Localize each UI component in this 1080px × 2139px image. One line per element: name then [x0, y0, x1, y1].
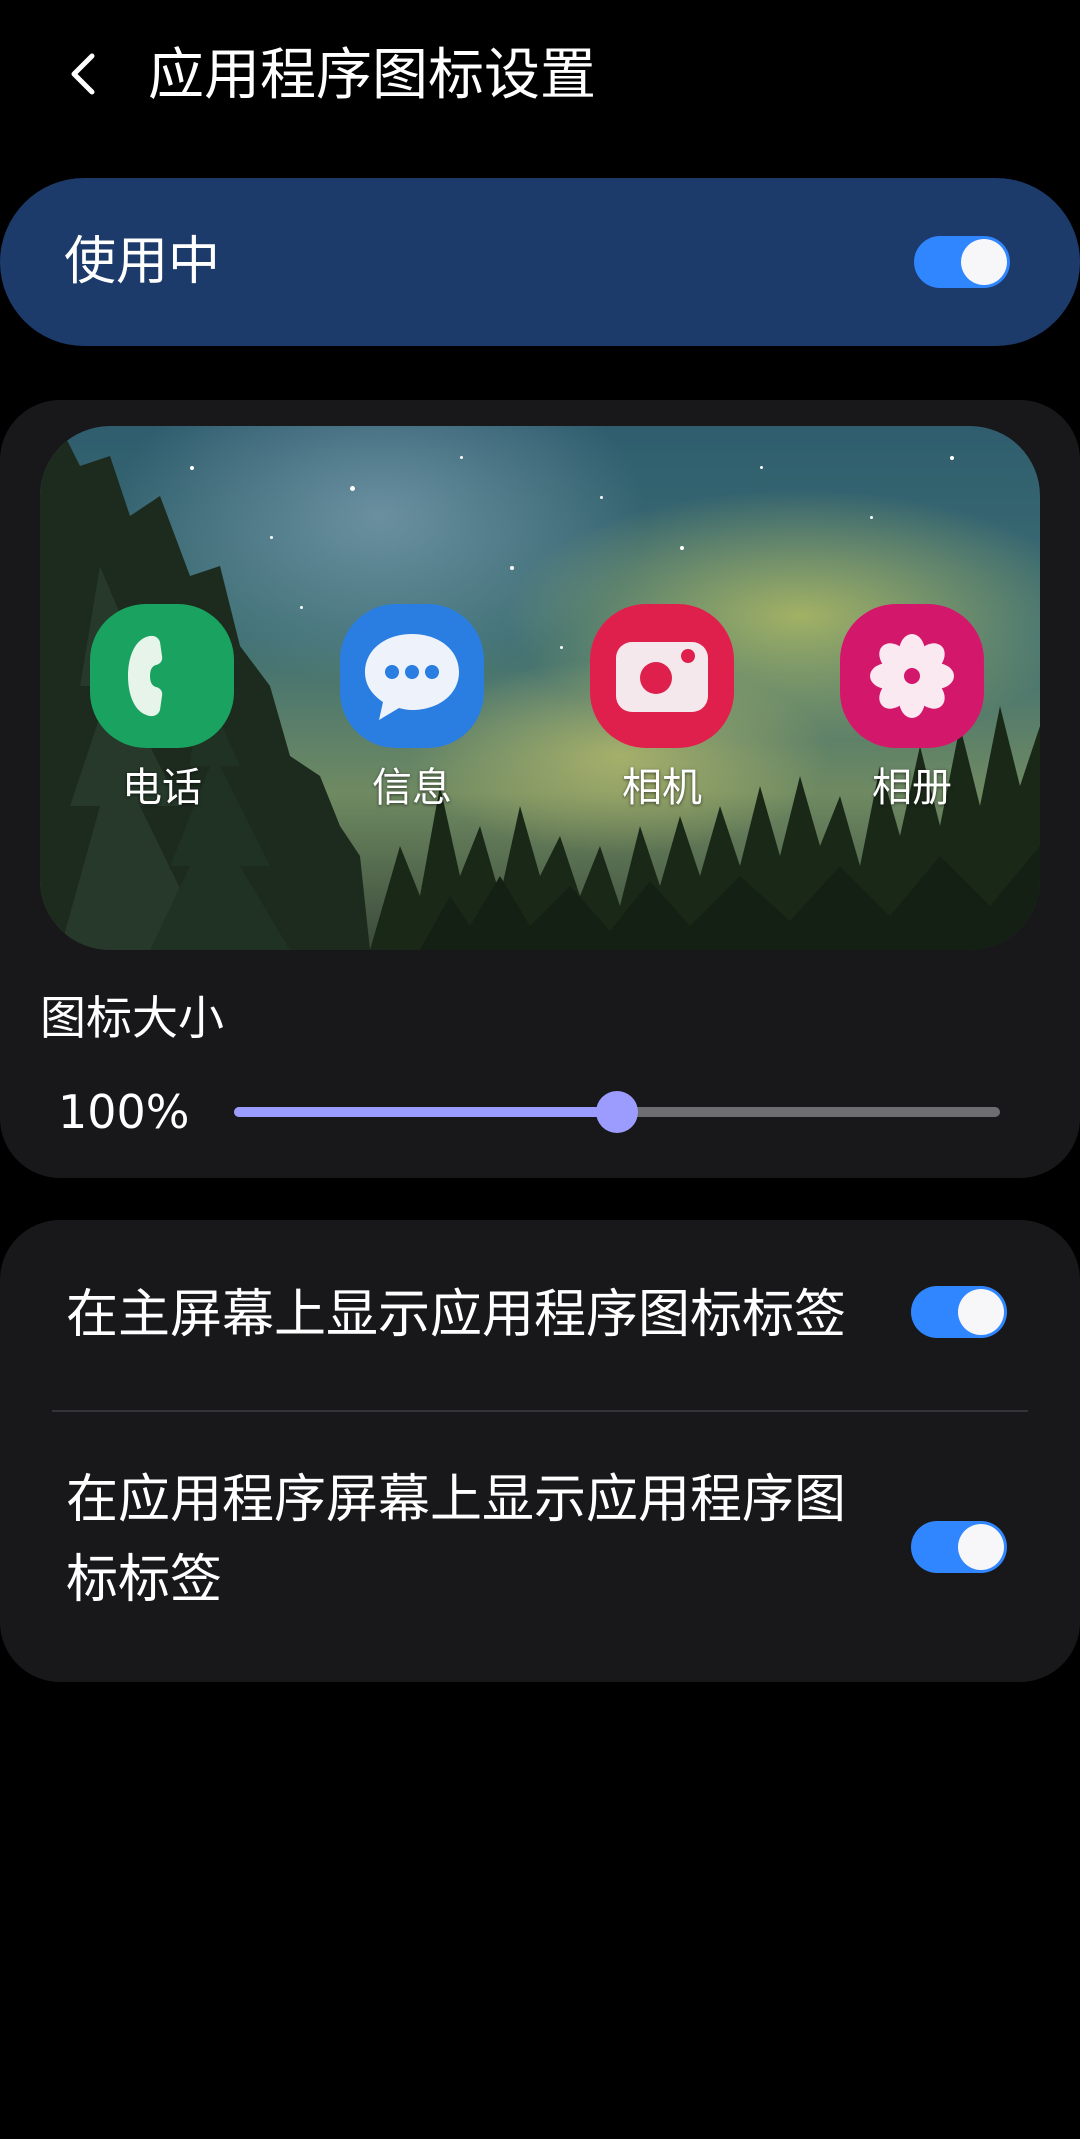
icon-size-value: 100% — [58, 1085, 190, 1139]
wallpaper-preview: 电话 信息 相机 相册 — [40, 426, 1040, 950]
back-button[interactable] — [48, 38, 120, 110]
setting-label: 在应用程序屏幕上显示应用程序图标标签 — [66, 1470, 847, 1610]
app-phone: 电话 — [82, 604, 242, 824]
setting-label: 在主屏幕上显示应用程序图标标签 — [66, 1285, 847, 1345]
app-camera: 相机 — [582, 604, 742, 824]
apps-labels-toggle[interactable] — [911, 1521, 1007, 1573]
phone-icon — [90, 604, 234, 748]
toggle-knob — [961, 239, 1007, 285]
icon-preview-card: 电话 信息 相机 相册 图标大小 100% — [0, 400, 1080, 1178]
toggle-knob — [958, 1524, 1004, 1570]
gallery-icon — [840, 604, 984, 748]
label-settings-card: 在主屏幕上显示应用程序图标标签 在应用程序屏幕上显示应用程序图标标签 — [0, 1220, 1080, 1682]
app-label: 相册 — [872, 765, 952, 811]
app-label: 信息 — [372, 765, 452, 811]
slider-fill — [234, 1107, 617, 1117]
master-switch-row[interactable]: 使用中 — [0, 178, 1080, 346]
slider-thumb[interactable] — [596, 1091, 638, 1133]
icon-size-label: 图标大小 — [40, 991, 224, 1045]
app-label: 电话 — [122, 765, 202, 811]
master-switch-toggle[interactable] — [914, 236, 1010, 288]
toggle-knob — [958, 1289, 1004, 1335]
app-bar: 应用程序图标设置 — [0, 0, 1080, 160]
setting-row-apps-labels[interactable]: 在应用程序屏幕上显示应用程序图标标签 — [0, 1412, 1080, 1682]
setting-row-home-labels[interactable]: 在主屏幕上显示应用程序图标标签 — [0, 1220, 1080, 1410]
app-label: 相机 — [622, 765, 702, 811]
app-gallery: 相册 — [832, 604, 992, 824]
app-messages: 信息 — [332, 604, 492, 824]
home-labels-toggle[interactable] — [911, 1286, 1007, 1338]
page-title: 应用程序图标设置 — [148, 43, 596, 108]
master-switch-label: 使用中 — [64, 232, 221, 292]
camera-icon — [590, 604, 734, 748]
message-icon — [340, 604, 484, 748]
chevron-left-icon — [71, 53, 95, 95]
icon-size-slider[interactable] — [234, 1091, 1000, 1133]
